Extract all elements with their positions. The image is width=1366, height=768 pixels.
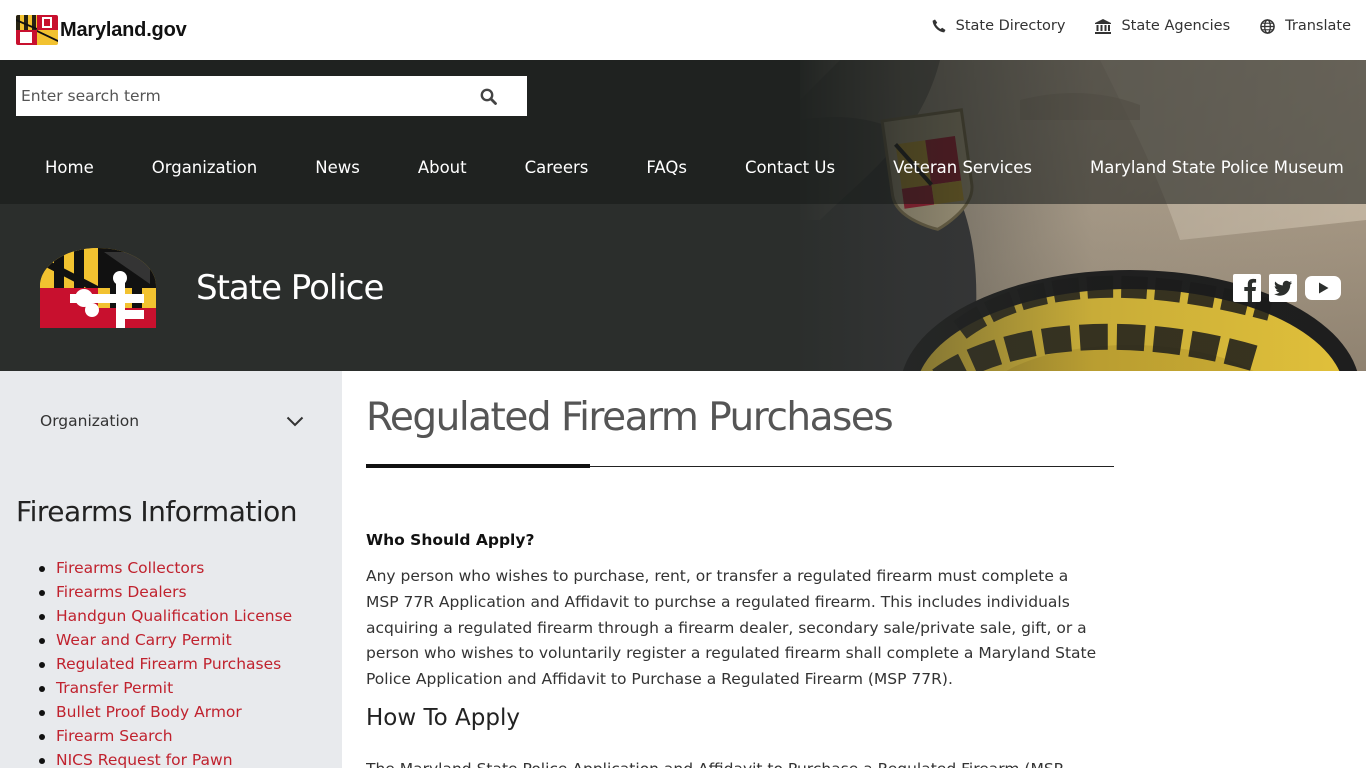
sidebar-link-body-armor[interactable]: Bullet Proof Body Armor (56, 703, 242, 721)
maryland-crest-logo[interactable] (40, 248, 156, 328)
nav-museum[interactable]: Maryland State Police Museum (1061, 158, 1366, 177)
phone-icon (932, 19, 946, 33)
list-item: Bullet Proof Body Armor (38, 700, 292, 724)
state-directory-link[interactable]: State Directory (932, 18, 1066, 34)
sidebar-title: Firearms Information (16, 495, 298, 528)
youtube-icon[interactable] (1305, 274, 1341, 302)
who-should-apply-paragraph: Any person who wishes to purchase, rent,… (366, 564, 1114, 693)
main-content: Regulated Firearm Purchases Who Should A… (366, 371, 1114, 768)
sidebar-link-firearm-search[interactable]: Firearm Search (56, 727, 173, 745)
state-directory-label: State Directory (955, 18, 1066, 34)
list-item: Firearms Collectors (38, 556, 292, 580)
search-button[interactable] (468, 76, 508, 116)
twitter-icon[interactable] (1269, 274, 1297, 302)
agency-title: State Police (196, 268, 384, 308)
translate-link[interactable]: Translate (1260, 18, 1351, 34)
sidebar-link-firearms-dealers[interactable]: Firearms Dealers (56, 583, 187, 601)
building-icon (1095, 18, 1112, 34)
list-item: Firearms Dealers (38, 580, 292, 604)
sidebar-link-regulated-purchases[interactable]: Regulated Firearm Purchases (56, 655, 281, 673)
social-links (1233, 274, 1341, 302)
paragraph-line: person who wishes to voluntarily registe… (366, 644, 1097, 663)
globe-icon (1260, 18, 1275, 34)
sidebar-links: Firearms Collectors Firearms Dealers Han… (38, 556, 292, 768)
utility-bar: Maryland.gov State Directory State Agenc… (0, 0, 1366, 60)
title-divider-accent (366, 464, 590, 468)
list-item: Wear and Carry Permit (38, 628, 292, 652)
page-title: Regulated Firearm Purchases (366, 395, 894, 440)
nav-organization[interactable]: Organization (123, 158, 287, 177)
nav-home[interactable]: Home (16, 158, 123, 177)
maryland-flag-icon (16, 15, 58, 45)
sidebar-link-wear-carry-permit[interactable]: Wear and Carry Permit (56, 631, 232, 649)
agency-header: State Police (40, 248, 384, 328)
list-item: NICS Request for Pawn (38, 748, 292, 768)
section-label: Who Should Apply? (366, 531, 535, 549)
translate-label: Translate (1285, 18, 1351, 34)
maryland-gov-logo[interactable]: Maryland.gov (16, 14, 187, 46)
list-item: Transfer Permit (38, 676, 292, 700)
list-item: Handgun Qualification License (38, 604, 292, 628)
nav-faqs[interactable]: FAQs (617, 158, 716, 177)
search-icon (480, 88, 497, 105)
maryland-gov-label: Maryland.gov (60, 18, 187, 41)
nav-careers[interactable]: Careers (496, 158, 618, 177)
nav-news[interactable]: News (286, 158, 389, 177)
sidebar-link-handgun-qualification[interactable]: Handgun Qualification License (56, 607, 292, 625)
main-navigation: Home Organization News About Careers FAQ… (16, 146, 1350, 188)
paragraph-line: acquiring a regulated firearm through a … (366, 618, 1087, 637)
state-agencies-label: State Agencies (1121, 18, 1231, 34)
paragraph-line: Any person who wishes to purchase, rent,… (366, 567, 1069, 585)
sidebar-link-nics-pawn[interactable]: NICS Request for Pawn (56, 751, 233, 768)
facebook-icon[interactable] (1233, 274, 1261, 302)
how-to-apply-heading: How To Apply (366, 705, 520, 731)
paragraph-line: Police Application and Affidavit to Purc… (366, 670, 953, 689)
list-item: Firearm Search (38, 724, 292, 748)
sidebar-link-firearms-collectors[interactable]: Firearms Collectors (56, 559, 204, 577)
nav-about[interactable]: About (389, 158, 496, 177)
search-input[interactable] (16, 77, 456, 115)
organization-dropdown-label: Organization (40, 412, 140, 430)
nav-contact-us[interactable]: Contact Us (716, 158, 864, 177)
sidebar-link-transfer-permit[interactable]: Transfer Permit (56, 679, 173, 697)
search-box (16, 76, 527, 116)
hero-banner: Home Organization News About Careers FAQ… (0, 60, 1366, 371)
nav-veteran-services[interactable]: Veteran Services (864, 158, 1061, 177)
state-agencies-link[interactable]: State Agencies (1095, 18, 1230, 34)
organization-dropdown[interactable]: Organization (40, 412, 304, 430)
sidebar: Organization Firearms Information Firear… (0, 371, 342, 768)
list-item: Regulated Firearm Purchases (38, 652, 292, 676)
paragraph-line: MSP 77R Application and Affidavit to pur… (366, 592, 1070, 611)
how-to-apply-paragraph: The Maryland State Police Application an… (366, 757, 1114, 768)
chevron-down-icon (286, 416, 304, 426)
